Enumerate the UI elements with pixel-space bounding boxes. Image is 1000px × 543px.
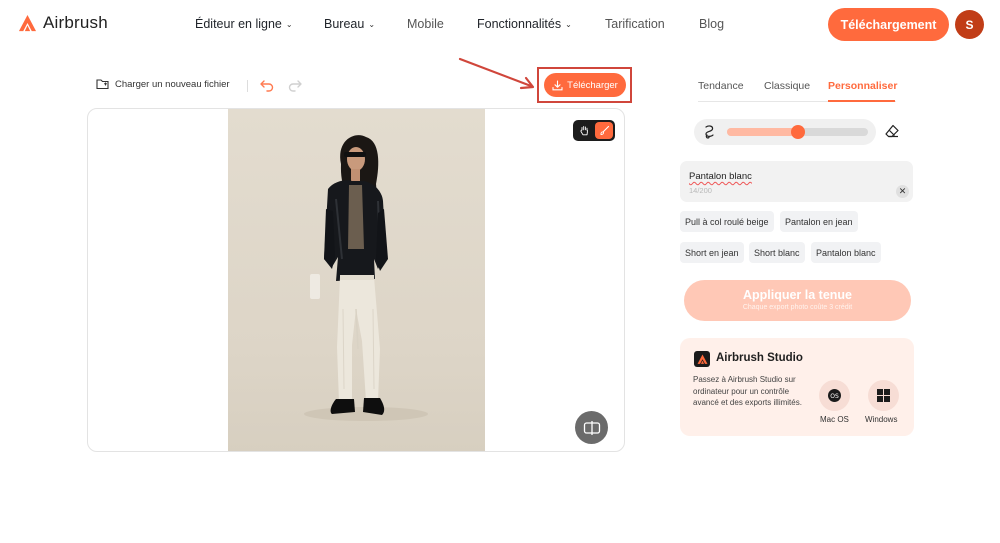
nav-label: Bureau: [324, 17, 365, 31]
tab-classique[interactable]: Classique: [764, 80, 810, 92]
windows-download-button[interactable]: [868, 380, 899, 411]
brush-size-slider[interactable]: [727, 125, 868, 139]
tool-toggle: [573, 120, 615, 141]
windows-icon: [877, 389, 890, 402]
brand-name: Airbrush: [43, 13, 108, 32]
studio-title: Airbrush Studio: [716, 352, 803, 364]
nav-label: Tarification: [605, 17, 665, 31]
suggestion-chip[interactable]: Pantalon en jean: [780, 211, 858, 232]
svg-text:OS: OS: [830, 393, 839, 400]
slider-fill: [727, 128, 798, 136]
brush-size-icon: [705, 125, 714, 139]
compare-icon: [583, 420, 600, 435]
suggestion-chip[interactable]: Pull à col roulé beige: [680, 211, 774, 232]
airbrush-studio-card: Airbrush Studio Passez à Airbrush Studio…: [680, 338, 914, 436]
folder-upload-icon: [96, 79, 109, 90]
prompt-character-count: 14/200: [689, 186, 712, 195]
airbrush-studio-logo-icon: [694, 351, 710, 367]
apply-credit-note: Chaque export photo coûte 3 crédit: [742, 304, 853, 311]
nav-label: Blog: [699, 17, 725, 31]
upload-new-file-button[interactable]: Charger un nouveau fichier: [96, 78, 230, 90]
tab-personnaliser[interactable]: Personnaliser: [828, 80, 897, 92]
suggestion-chip[interactable]: Pantalon blanc: [811, 242, 881, 263]
suggestion-chip[interactable]: Short blanc: [749, 242, 805, 263]
model-photo: [228, 109, 485, 451]
nav-label: Fonctionnalités: [477, 17, 562, 31]
clear-icon[interactable]: ✕: [896, 185, 909, 198]
nav-tarification[interactable]: Tarification: [605, 17, 665, 31]
chevron-down-icon: ⌄: [565, 20, 572, 29]
active-tab-indicator: [828, 100, 895, 102]
nav-label: Éditeur en ligne: [195, 17, 282, 31]
toolbar-divider: [247, 80, 248, 92]
suggestion-chip[interactable]: Short en jean: [680, 242, 744, 263]
download-button[interactable]: Télécharger: [544, 73, 626, 97]
brush-icon: [600, 125, 609, 135]
brand-logo[interactable]: Airbrush: [18, 13, 108, 33]
nav-mobile[interactable]: Mobile: [407, 17, 444, 31]
eraser-icon[interactable]: [884, 123, 900, 139]
undo-icon[interactable]: [259, 77, 275, 93]
image-canvas[interactable]: [87, 108, 625, 452]
nav-fonctionnalites[interactable]: Fonctionnalités ⌄: [477, 17, 572, 31]
macos-icon: OS: [828, 389, 841, 402]
apply-outfit-button[interactable]: Appliquer la tenue Chaque export photo c…: [684, 280, 911, 321]
airbrush-logo-icon: [18, 14, 37, 31]
nav-bureau[interactable]: Bureau ⌄: [324, 17, 375, 31]
hand-icon: [580, 126, 588, 136]
macos-label: Mac OS: [820, 415, 849, 424]
upload-label: Charger un nouveau fichier: [115, 78, 230, 90]
download-label: Télécharger: [567, 79, 618, 91]
redo-icon[interactable]: [287, 77, 303, 93]
annotation-arrow: [458, 57, 535, 90]
user-avatar[interactable]: S: [955, 10, 984, 39]
brush-tool-button[interactable]: [595, 122, 613, 139]
model-figure-illustration: [304, 135, 428, 421]
nav-blog[interactable]: Blog: [699, 17, 724, 31]
apply-label: Appliquer la tenue: [742, 288, 853, 302]
compare-button[interactable]: [575, 411, 608, 444]
brush-size-control: [694, 119, 876, 145]
nav-editeur-en-ligne[interactable]: Éditeur en ligne ⌄: [195, 17, 293, 31]
prompt-value: Pantalon blanc: [689, 171, 752, 182]
hand-tool-button[interactable]: [575, 122, 593, 139]
tab-tendance[interactable]: Tendance: [698, 80, 744, 92]
outfit-prompt-input[interactable]: Pantalon blanc 14/200 ✕: [680, 161, 913, 202]
chevron-down-icon: ⌄: [285, 20, 293, 29]
studio-description: Passez à Airbrush Studio sur ordinateur …: [693, 375, 802, 408]
top-navigation: Airbrush Éditeur en ligne ⌄ Bureau ⌄ Mobil…: [0, 0, 1000, 50]
slider-thumb[interactable]: [791, 125, 805, 139]
download-icon: [552, 79, 563, 90]
style-tabs: Tendance Classique Personnaliser: [698, 80, 897, 102]
header-download-button[interactable]: Téléchargement: [828, 8, 949, 41]
nav-label: Mobile: [407, 17, 444, 31]
chevron-down-icon: ⌄: [368, 20, 376, 29]
macos-download-button[interactable]: OS: [819, 380, 850, 411]
windows-label: Windows: [865, 415, 898, 424]
